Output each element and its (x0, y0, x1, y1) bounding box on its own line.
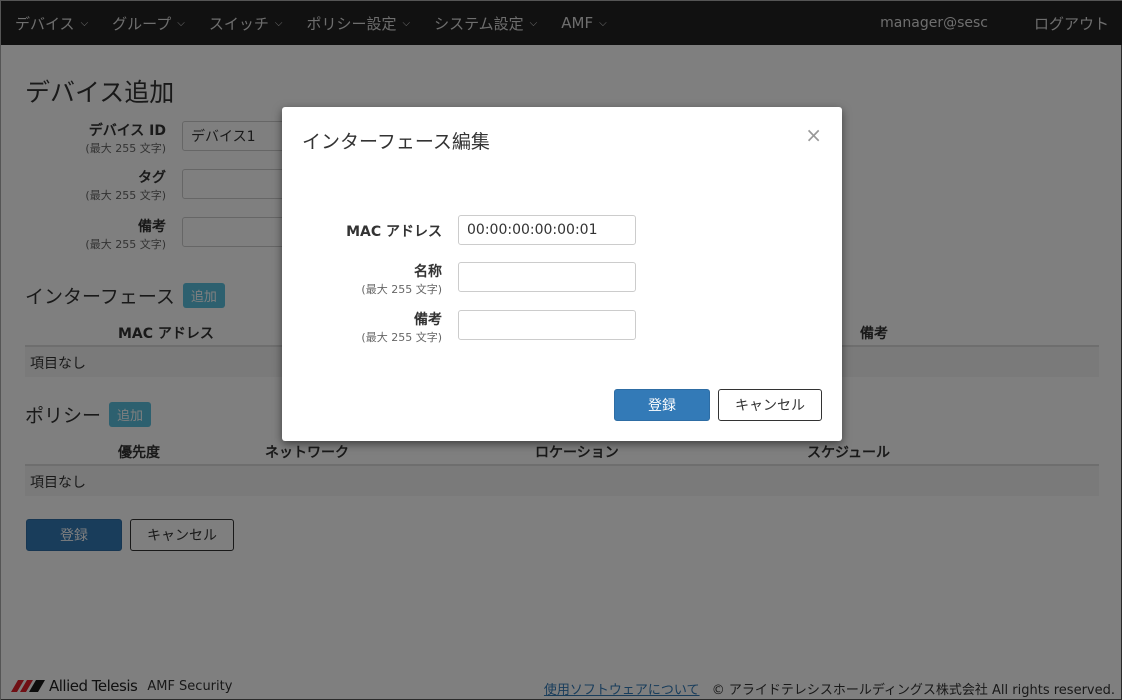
modal-mac-label-group: MAC アドレス (282, 221, 442, 241)
modal-note-label: 備考 (414, 312, 442, 328)
name-input[interactable] (458, 262, 636, 292)
close-icon[interactable]: × (805, 123, 822, 147)
interface-edit-modal: インターフェース編集 × MAC アドレス 00:00:00:00:00:01 … (282, 107, 842, 441)
modal-note-label-group: 備考 (最大 255 文字) (282, 309, 442, 345)
modal-name-sublabel: (最大 255 文字) (361, 283, 442, 296)
note-input-modal[interactable] (458, 310, 636, 340)
modal-register-button[interactable]: 登録 (614, 389, 710, 421)
modal-name-label: 名称 (414, 264, 442, 280)
modal-title: インターフェース編集 (302, 131, 490, 153)
modal-cancel-button[interactable]: キャンセル (718, 389, 822, 421)
mac-address-input[interactable]: 00:00:00:00:00:01 (458, 215, 636, 245)
modal-name-label-group: 名称 (最大 255 文字) (282, 261, 442, 297)
modal-mac-label: MAC アドレス (346, 224, 442, 240)
modal-note-sublabel: (最大 255 文字) (361, 331, 442, 344)
